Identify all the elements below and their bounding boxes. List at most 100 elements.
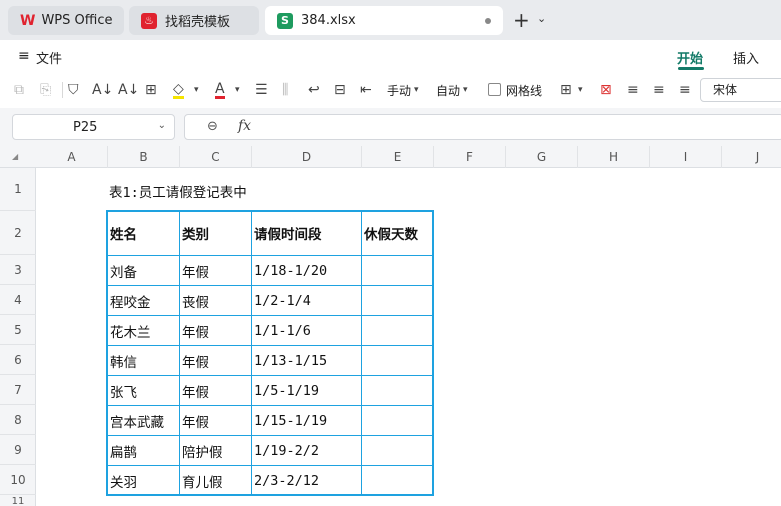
borders-icon[interactable]: ⊞ xyxy=(145,81,157,99)
merge-cells-icon[interactable]: ⊟ xyxy=(334,81,346,99)
row-header-9[interactable]: 9 xyxy=(0,435,36,465)
row-header-6[interactable]: 6 xyxy=(0,345,36,375)
table-cell-days[interactable] xyxy=(361,436,433,465)
row-header-11[interactable]: 11 xyxy=(0,495,36,506)
table-cell-name[interactable]: 宫本武藏 xyxy=(107,406,179,435)
table-header-cell[interactable]: 请假时间段 xyxy=(251,211,361,255)
chevron-down-icon[interactable]: ▾ xyxy=(463,81,468,99)
table-cell-name[interactable]: 刘备 xyxy=(107,256,179,285)
table-cell-type[interactable]: 育儿假 xyxy=(179,466,251,495)
column-header-a[interactable]: A xyxy=(36,146,108,168)
chevron-down-icon[interactable]: ⌄ xyxy=(537,12,546,25)
table-cell-type[interactable]: 年假 xyxy=(179,346,251,375)
chevron-down-icon[interactable]: ▾ xyxy=(235,81,240,99)
table-cell-days[interactable] xyxy=(361,466,433,495)
table-cell-days[interactable] xyxy=(361,316,433,345)
table-header-cell[interactable]: 休假天数 xyxy=(361,211,433,255)
row-header-1[interactable]: 1 xyxy=(0,168,36,211)
font-name-select[interactable]: 宋体 xyxy=(700,78,781,102)
column-header-j[interactable]: J xyxy=(722,146,781,168)
table-cell-name[interactable]: 花木兰 xyxy=(107,316,179,345)
table-cell-name[interactable]: 扁鹊 xyxy=(107,436,179,465)
row-header-5[interactable]: 5 xyxy=(0,315,36,345)
column-header-d[interactable]: D xyxy=(252,146,362,168)
sheet-title-cell[interactable]: 表1:员工请假登记表中 xyxy=(109,181,247,201)
column-header-e[interactable]: E xyxy=(362,146,434,168)
freeze-panes-icon[interactable]: ⊞ xyxy=(560,81,572,99)
function-icon[interactable]: fx xyxy=(238,118,251,134)
align-center-icon[interactable]: ≡ xyxy=(653,81,665,99)
row-header-8[interactable]: 8 xyxy=(0,405,36,435)
table-cell-period[interactable]: 1/18-1/20 xyxy=(251,256,361,285)
distribute-icon[interactable]: ⫼ xyxy=(282,81,288,99)
sort-descending-icon[interactable]: A↓ xyxy=(118,81,139,99)
table-cell-name[interactable]: 程咬金 xyxy=(107,286,179,315)
table-cell-period[interactable]: 1/13-1/15 xyxy=(251,346,361,375)
wrap-text-icon[interactable]: ↩ xyxy=(308,81,320,99)
column-header-g[interactable]: G xyxy=(506,146,578,168)
table-cell-name[interactable]: 张飞 xyxy=(107,376,179,405)
align-left-icon[interactable]: ≡ xyxy=(627,81,639,99)
unsaved-dot-icon[interactable] xyxy=(485,18,491,24)
sort-ascending-icon[interactable]: A↓ xyxy=(92,81,113,99)
column-header-h[interactable]: H xyxy=(578,146,650,168)
table-cell-days[interactable] xyxy=(361,286,433,315)
table-cell-type[interactable]: 丧假 xyxy=(179,286,251,315)
zoom-search-icon[interactable]: ⊖ xyxy=(207,119,218,134)
fill-color-icon[interactable]: ◇ xyxy=(173,81,184,99)
column-header-f[interactable]: F xyxy=(434,146,506,168)
table-cell-type[interactable]: 年假 xyxy=(179,376,251,405)
font-color-icon[interactable]: A xyxy=(215,81,225,99)
chevron-down-icon[interactable]: ▾ xyxy=(578,81,583,99)
auto-button[interactable]: 自动 xyxy=(436,82,460,99)
gridlines-checkbox[interactable] xyxy=(488,83,501,96)
table-cell-name[interactable]: 韩信 xyxy=(107,346,179,375)
fit-width-icon[interactable]: ⇤ xyxy=(360,81,372,99)
table-cell-type[interactable]: 年假 xyxy=(179,256,251,285)
align-icon[interactable]: ☰ xyxy=(255,81,268,99)
table-cell-name[interactable]: 关羽 xyxy=(107,466,179,495)
row-header-10[interactable]: 10 xyxy=(0,465,36,495)
chevron-down-icon[interactable]: ▾ xyxy=(414,81,419,99)
row-header-2[interactable]: 2 xyxy=(0,211,36,255)
row-header-3[interactable]: 3 xyxy=(0,255,36,285)
table-cell-period[interactable]: 1/1-1/6 xyxy=(251,316,361,345)
table-cell-period[interactable]: 2/3-2/12 xyxy=(251,466,361,495)
table-header-cell[interactable]: 类别 xyxy=(179,211,251,255)
format-painter-icon[interactable]: ⎘ xyxy=(40,81,51,99)
table-cell-period[interactable]: 1/19-2/2 xyxy=(251,436,361,465)
clear-format-icon[interactable]: ⊠ xyxy=(600,81,612,99)
column-header-b[interactable]: B xyxy=(108,146,180,168)
tab-wps-office[interactable]: W WPS Office xyxy=(8,6,124,35)
table-cell-period[interactable]: 1/5-1/19 xyxy=(251,376,361,405)
menu-tab-insert[interactable]: 插入 xyxy=(733,48,759,67)
select-all-icon[interactable]: ◢ xyxy=(12,152,18,161)
hamburger-menu-icon[interactable]: ≡ xyxy=(18,48,30,64)
table-cell-days[interactable] xyxy=(361,406,433,435)
column-header-c[interactable]: C xyxy=(180,146,252,168)
align-right-icon[interactable]: ≡ xyxy=(679,81,691,99)
table-cell-days[interactable] xyxy=(361,376,433,405)
table-cell-days[interactable] xyxy=(361,256,433,285)
chevron-down-icon[interactable]: ▾ xyxy=(194,81,199,99)
table-cell-period[interactable]: 1/2-1/4 xyxy=(251,286,361,315)
tab-docer-templates[interactable]: ♨ 找稻壳模板 xyxy=(129,6,259,35)
table-cell-period[interactable]: 1/15-1/19 xyxy=(251,406,361,435)
formula-input[interactable]: ⊖ fx xyxy=(184,114,781,140)
new-tab-icon[interactable]: + xyxy=(513,9,530,31)
menu-tab-start[interactable]: 开始 xyxy=(677,48,703,67)
row-header-4[interactable]: 4 xyxy=(0,285,36,315)
table-header-cell[interactable]: 姓名 xyxy=(107,211,179,255)
row-header-7[interactable]: 7 xyxy=(0,375,36,405)
tab-spreadsheet-file[interactable]: S 384.xlsx xyxy=(265,6,503,35)
column-header-i[interactable]: I xyxy=(650,146,722,168)
table-cell-type[interactable]: 陪护假 xyxy=(179,436,251,465)
menu-file[interactable]: 文件 xyxy=(36,48,62,67)
chevron-down-icon[interactable]: ⌄ xyxy=(158,120,166,131)
name-box[interactable]: P25 ⌄ xyxy=(12,114,175,140)
table-cell-days[interactable] xyxy=(361,346,433,375)
table-cell-type[interactable]: 年假 xyxy=(179,316,251,345)
table-cell-type[interactable]: 年假 xyxy=(179,406,251,435)
manual-button[interactable]: 手动 xyxy=(387,82,411,99)
convert-number-icon[interactable]: ⧉ xyxy=(14,81,24,99)
